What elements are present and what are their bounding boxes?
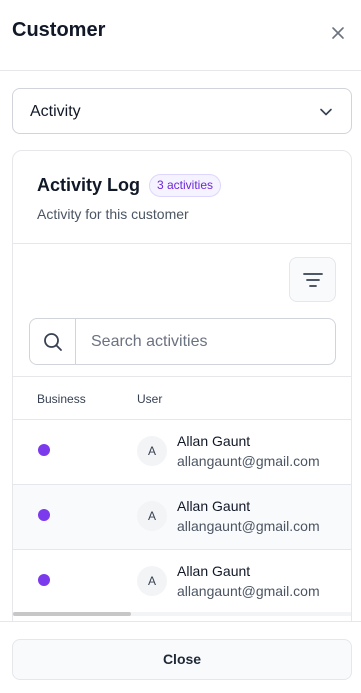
filter-button[interactable] bbox=[289, 257, 336, 302]
horizontal-scrollbar[interactable] bbox=[13, 612, 351, 616]
view-select-value: Activity bbox=[30, 103, 81, 120]
table-header: Business User bbox=[13, 376, 351, 420]
activity-log-subtitle: Activity for this customer bbox=[37, 206, 189, 222]
table-row[interactable]: A Allan Gaunt allangaunt@gmail.com bbox=[13, 550, 351, 615]
scrollbar-thumb[interactable] bbox=[13, 612, 131, 616]
close-button[interactable]: Close bbox=[12, 639, 352, 680]
column-header-business: Business bbox=[37, 392, 86, 406]
panel-header: Customer bbox=[0, 0, 361, 71]
activity-count-badge: 3 activities bbox=[149, 174, 222, 197]
user-email: allangaunt@gmail.com bbox=[177, 453, 320, 469]
activity-log-card: Activity Log 3 activities Activity for t… bbox=[12, 150, 352, 630]
column-header-user: User bbox=[137, 392, 163, 406]
chevron-down-icon bbox=[320, 108, 332, 116]
user-name: Allan Gaunt bbox=[177, 563, 251, 579]
search-field bbox=[29, 318, 336, 365]
panel-footer: Close bbox=[0, 621, 361, 693]
avatar: A bbox=[137, 566, 167, 596]
customer-panel: Customer Activity Activity Log 3 activit… bbox=[0, 0, 361, 693]
avatar: A bbox=[137, 501, 167, 531]
activity-log-title: Activity Log bbox=[37, 175, 141, 195]
business-dot-icon bbox=[38, 574, 50, 586]
business-dot-icon bbox=[38, 444, 50, 456]
search-icon-box bbox=[30, 319, 76, 364]
view-select[interactable]: Activity bbox=[12, 88, 352, 134]
table-row[interactable]: A Allan Gaunt allangaunt@gmail.com bbox=[13, 485, 351, 550]
filter-icon bbox=[303, 273, 323, 287]
close-icon[interactable] bbox=[331, 26, 345, 40]
avatar: A bbox=[137, 436, 167, 466]
panel-title: Customer bbox=[12, 19, 106, 41]
search-icon bbox=[44, 333, 62, 351]
table-row[interactable]: A Allan Gaunt allangaunt@gmail.com bbox=[13, 420, 351, 485]
user-email: allangaunt@gmail.com bbox=[177, 518, 320, 534]
user-name: Allan Gaunt bbox=[177, 433, 251, 449]
business-dot-icon bbox=[38, 509, 50, 521]
search-input[interactable] bbox=[77, 319, 335, 364]
activity-log-header: Activity Log 3 activities Activity for t… bbox=[13, 151, 351, 244]
user-email: allangaunt@gmail.com bbox=[177, 583, 320, 599]
user-name: Allan Gaunt bbox=[177, 498, 251, 514]
